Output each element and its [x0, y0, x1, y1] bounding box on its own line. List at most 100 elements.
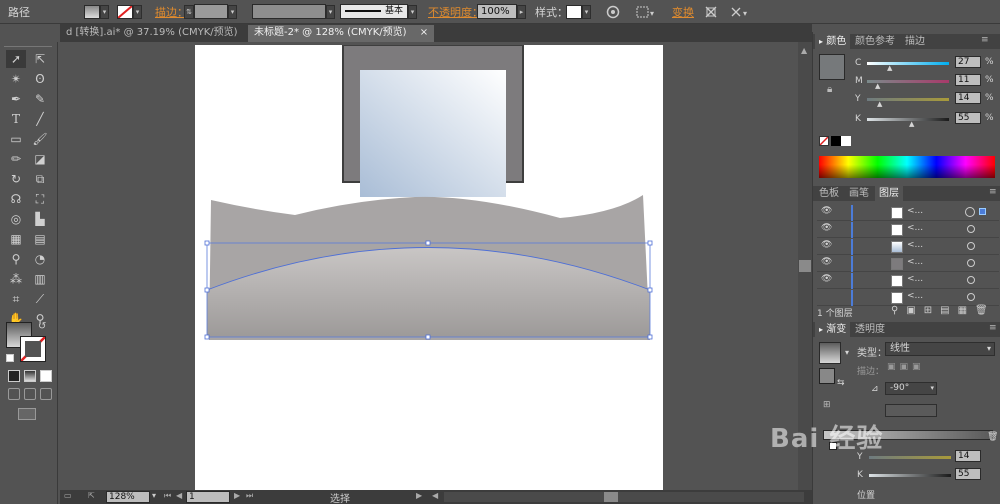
tab-layers[interactable]: 图层: [875, 186, 903, 201]
layers-footer-icons[interactable]: ⚲▣⊞▤▦🗑︎: [891, 305, 996, 316]
stroke-profile-dropdown[interactable]: 基本 ▾: [340, 3, 417, 20]
prev-artboard-icon[interactable]: ◀: [176, 491, 182, 500]
delete-stop-icon[interactable]: 🗑︎: [987, 432, 998, 442]
rectangle-tool-icon[interactable]: ▭: [6, 130, 26, 148]
slice-tool-icon[interactable]: ⟋: [30, 290, 50, 308]
aspect-ratio-field[interactable]: [885, 404, 937, 417]
m-slider-thumb[interactable]: ▲: [875, 82, 880, 90]
white-swatch[interactable]: [841, 136, 851, 146]
graph-tool-icon[interactable]: ▙: [30, 210, 50, 228]
k-value-field[interactable]: 55: [955, 112, 981, 124]
stroke-weight-stepper[interactable]: ⇅ ▾: [184, 3, 237, 20]
mesh-tool-icon[interactable]: ▦: [6, 230, 26, 248]
draw-behind-icon[interactable]: [24, 388, 36, 400]
blend-tool-icon[interactable]: ◔: [30, 250, 50, 268]
eyedropper-tool-icon[interactable]: ⚲: [6, 250, 26, 268]
y-value-field[interactable]: 14: [955, 92, 981, 104]
c-value-field[interactable]: 27: [955, 56, 981, 68]
tab-color[interactable]: ▸ 颜色: [815, 34, 851, 49]
draw-inside-icon[interactable]: [40, 388, 52, 400]
k-slider-thumb[interactable]: ▲: [909, 120, 914, 128]
gradient-square-shape[interactable]: [360, 70, 506, 197]
scale-tool-icon[interactable]: ⧉: [30, 170, 50, 188]
layer-name[interactable]: <...: [907, 291, 923, 301]
rotate-tool-icon[interactable]: ↻: [6, 170, 26, 188]
tab-swatches[interactable]: 色板: [815, 186, 843, 201]
layer-name[interactable]: <...: [907, 223, 923, 233]
layer-row[interactable]: 👁︎ <...: [817, 256, 999, 272]
color-spectrum[interactable]: [819, 156, 995, 178]
eye-icon[interactable]: 👁︎: [821, 274, 832, 284]
tab-gradient[interactable]: ▸ 渐变: [815, 322, 851, 337]
draw-normal-icon[interactable]: [8, 388, 20, 400]
opacity-value[interactable]: 100%: [477, 4, 517, 19]
gradient-type-dropdown[interactable]: 线性 ▾: [885, 342, 995, 356]
horizontal-scrollbar[interactable]: [444, 492, 804, 502]
y-slider-thumb[interactable]: ▲: [877, 100, 882, 108]
fill-swatch[interactable]: ▾: [84, 3, 109, 20]
target-icon[interactable]: [967, 242, 975, 250]
screen-mode-icon[interactable]: [18, 408, 36, 420]
none-swatch[interactable]: [819, 136, 829, 146]
close-icon[interactable]: ×: [420, 27, 428, 38]
swap-fill-stroke-icon[interactable]: ↺: [38, 321, 46, 332]
none-mode-icon[interactable]: [40, 370, 52, 382]
type-tool-icon[interactable]: T: [6, 110, 26, 128]
tab-stroke[interactable]: 描边: [901, 34, 929, 49]
panel-menu-icon[interactable]: ≡: [981, 35, 989, 45]
target-icon[interactable]: [967, 225, 975, 233]
artboard-tool-icon[interactable]: ⌗: [6, 290, 26, 308]
gradient-mode-icon[interactable]: [24, 370, 36, 382]
k-slider[interactable]: [867, 118, 949, 121]
artboard-nav-icon[interactable]: ⇱: [88, 491, 95, 500]
gradient-stroke-options-icons[interactable]: ▣▣▣: [887, 362, 925, 372]
recolor-icon[interactable]: [606, 3, 620, 20]
more-options-icon[interactable]: ▾: [730, 3, 752, 20]
scroll-up-icon[interactable]: ▲: [801, 46, 807, 55]
scroll-left-icon[interactable]: ◀: [432, 491, 438, 500]
layer-row[interactable]: 👁︎ <...: [817, 205, 999, 221]
target-icon[interactable]: [967, 259, 975, 267]
layer-row[interactable]: 👁︎ <...: [817, 222, 999, 238]
opacity-label[interactable]: 不透明度：: [428, 3, 483, 20]
stroke-color-swatch[interactable]: [20, 336, 46, 362]
doc-tab-2[interactable]: 未标题-2* @ 128% (CMYK/预览) ×: [248, 25, 435, 42]
tab-color-guide[interactable]: 颜色参考: [851, 34, 899, 49]
reverse-gradient-icon[interactable]: ⇆: [837, 378, 845, 388]
gradient-y-slider[interactable]: [869, 456, 951, 459]
current-color-swatch[interactable]: [819, 54, 845, 80]
scroll-thumb[interactable]: [799, 260, 811, 272]
align-selection-icon[interactable]: ▾: [636, 3, 658, 20]
eye-icon[interactable]: 👁︎: [821, 257, 832, 267]
layer-name[interactable]: <...: [907, 206, 923, 216]
pen-tool-icon[interactable]: ✒: [6, 90, 26, 108]
free-transform-tool-icon[interactable]: ⛶: [30, 190, 50, 208]
gradient-k-field[interactable]: 55: [955, 468, 981, 480]
column-graph-tool-icon[interactable]: ▥: [30, 270, 50, 288]
symbol-sprayer-tool-icon[interactable]: ⁂: [6, 270, 26, 288]
m-value-field[interactable]: 11: [955, 74, 981, 86]
layer-name[interactable]: <...: [907, 240, 923, 250]
zoom-field[interactable]: 128%: [106, 491, 150, 503]
selection-tool-icon[interactable]: ➚: [6, 50, 26, 68]
artboard[interactable]: [195, 44, 663, 490]
layer-name[interactable]: <...: [907, 257, 923, 267]
magic-wand-tool-icon[interactable]: ✴: [6, 70, 26, 88]
panel-menu-icon[interactable]: ≡: [989, 323, 997, 333]
angle-field[interactable]: -90° ▾: [885, 382, 937, 395]
next-artboard-icon[interactable]: ▶: [234, 491, 240, 500]
c-slider-thumb[interactable]: ▲: [887, 64, 892, 72]
panel-grip[interactable]: [4, 46, 52, 49]
gradient-presets-dropdown[interactable]: ▾: [845, 348, 849, 357]
color-mode-icon[interactable]: [8, 370, 20, 382]
layer-row[interactable]: 👁︎ <...: [817, 273, 999, 289]
direct-selection-tool-icon[interactable]: ⇱: [30, 50, 50, 68]
target-icon[interactable]: [967, 276, 975, 284]
gradient-tool-icon[interactable]: ▤: [30, 230, 50, 248]
layer-name[interactable]: <...: [907, 274, 923, 284]
artboard-number-field[interactable]: 1: [186, 491, 230, 503]
layer-row[interactable]: 👁︎ <...: [817, 239, 999, 255]
shape-builder-tool-icon[interactable]: ◎: [6, 210, 26, 228]
eraser-tool-icon[interactable]: ◪: [30, 150, 50, 168]
aspect-ratio-icon[interactable]: ⊞: [823, 400, 831, 410]
